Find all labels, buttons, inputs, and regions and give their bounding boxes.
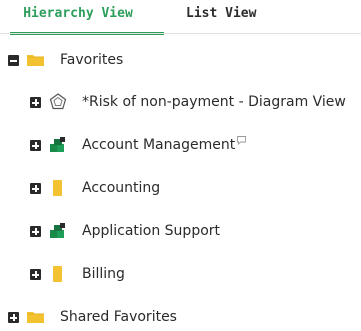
tab-list-view-label: List View (186, 6, 257, 21)
tab-list-view[interactable]: List View (186, 0, 256, 32)
folder-icon (27, 55, 44, 66)
tree-node-billing[interactable]: Billing (0, 264, 361, 288)
tab-hierarchy-view[interactable]: Hierarchy View (10, 0, 164, 35)
document-icon (53, 180, 62, 196)
tree-node-label: Favorites (60, 52, 124, 68)
tree-node-label-with-comment: Account Management (82, 135, 247, 155)
tree-node-label: Billing (82, 266, 125, 282)
tree-node-label: Account Management (82, 137, 236, 153)
tree-node-risk-of-non-payment[interactable]: *Risk of non-payment - Diagram View (0, 92, 361, 116)
expand-toggle-icon[interactable] (30, 269, 41, 280)
tabs-divider (0, 33, 361, 34)
tree-node-label: *Risk of non-payment - Diagram View (82, 94, 346, 110)
folder-icon (27, 312, 44, 323)
view-tabs: Hierarchy View List View (0, 0, 361, 35)
tree-node-label: Accounting (82, 180, 161, 196)
tree-node-label: Application Support (82, 223, 221, 239)
diagram-view-icon (49, 93, 67, 110)
expand-toggle-icon[interactable] (30, 140, 41, 151)
tree-node-shared-favorites[interactable]: Shared Favorites (0, 307, 361, 331)
tree-node-favorites[interactable]: Favorites (0, 50, 361, 74)
tree-node-application-support[interactable]: Application Support (0, 221, 361, 245)
application-icon (50, 223, 65, 238)
collapse-toggle-icon[interactable] (8, 55, 19, 66)
expand-toggle-icon[interactable] (30, 183, 41, 194)
comment-icon[interactable] (237, 136, 247, 145)
tree-node-label: Shared Favorites (60, 309, 177, 325)
expand-toggle-icon[interactable] (30, 226, 41, 237)
document-icon (53, 266, 62, 282)
expand-toggle-icon[interactable] (8, 312, 19, 323)
application-icon (50, 137, 65, 152)
tab-hierarchy-view-label: Hierarchy View (23, 6, 133, 21)
expand-toggle-icon[interactable] (30, 97, 41, 108)
tree-node-account-management[interactable]: Account Management (0, 135, 361, 159)
tree-node-accounting[interactable]: Accounting (0, 178, 361, 202)
